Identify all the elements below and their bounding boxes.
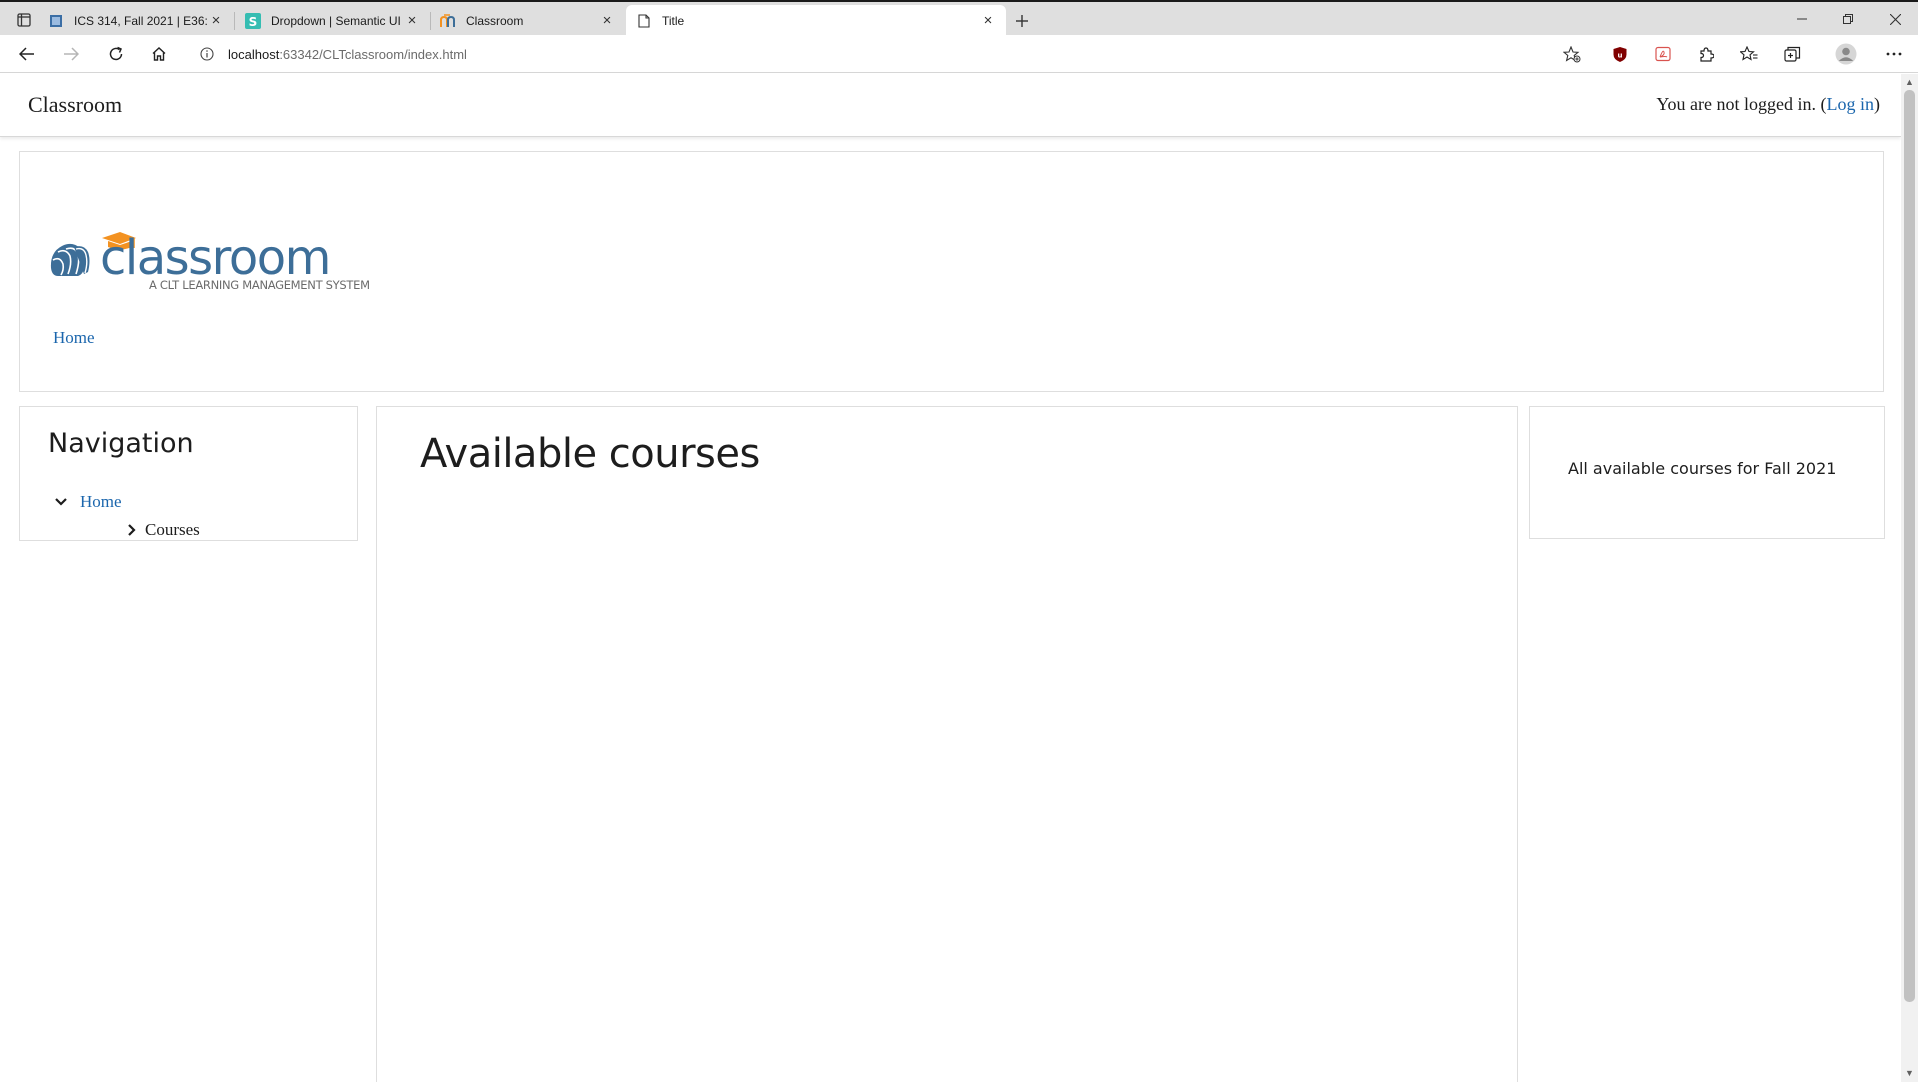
address-bar[interactable]: localhost:63342/CLTclassroom/index.html: [188, 39, 1588, 69]
url-host: localhost: [228, 46, 280, 62]
tab-title: ICS 314, Fall 2021 | E36: Your Ch: [74, 14, 208, 28]
header-home-link[interactable]: Home: [53, 328, 95, 348]
forward-button[interactable]: [55, 39, 87, 69]
sidebar-block: All available courses for Fall 2021: [1529, 406, 1885, 539]
minimize-icon: [1797, 18, 1807, 20]
forward-arrow-icon: [64, 47, 79, 61]
logo-tagline: A CLT LEARNING MANAGEMENT SYSTEM: [149, 278, 370, 292]
page-title: Available courses: [420, 431, 760, 477]
browser-tab-strip: ICS 314, Fall 2021 | E36: Your Ch × S Dr…: [0, 0, 1918, 37]
svg-text:S: S: [249, 15, 258, 29]
browser-tab[interactable]: ICS 314, Fall 2021 | E36: Your Ch ×: [38, 5, 234, 37]
pdf-extension-button[interactable]: [1647, 39, 1679, 69]
close-tab-icon[interactable]: ×: [404, 13, 420, 29]
login-info: You are not logged in. (Log in): [1656, 94, 1880, 115]
back-button[interactable]: [11, 39, 43, 69]
site-brand[interactable]: Classroom: [28, 92, 122, 118]
semantic-ui-icon: S: [245, 13, 261, 29]
browser-tab[interactable]: S Dropdown | Semantic UI ×: [235, 5, 430, 37]
chevron-right-icon[interactable]: [125, 522, 139, 538]
page-icon: [636, 13, 652, 29]
main-content: Available courses: [376, 406, 1518, 1082]
collections-button[interactable]: [1776, 39, 1808, 69]
favorites-button[interactable]: [1733, 39, 1765, 69]
browser-tab-active[interactable]: Title ×: [626, 5, 1006, 37]
refresh-icon: [109, 46, 123, 61]
tab-actions-icon: [17, 13, 31, 27]
puzzle-icon: [1700, 47, 1714, 62]
nav-home-link[interactable]: Home: [80, 492, 122, 512]
navigation-title: Navigation: [48, 428, 194, 459]
star-add-icon: [1563, 45, 1581, 62]
page-scrollbar[interactable]: ▲ ▼: [1901, 74, 1918, 1082]
restore-icon: [1843, 14, 1853, 24]
plus-icon: [1016, 15, 1028, 27]
close-tab-icon[interactable]: ×: [599, 13, 615, 29]
close-icon: [1889, 13, 1901, 25]
tab-actions-button[interactable]: [10, 9, 38, 31]
nav-tree-courses[interactable]: Courses: [125, 520, 200, 540]
login-prefix: You are not logged in. (: [1656, 94, 1827, 114]
logo-mark-icon: [50, 243, 90, 276]
sidebar-text: All available courses for Fall 2021: [1568, 459, 1837, 478]
avatar-icon: [1835, 43, 1857, 65]
home-button[interactable]: [143, 39, 175, 69]
tab-title: Dropdown | Semantic UI: [271, 14, 401, 28]
browser-tab[interactable]: Classroom ×: [430, 5, 625, 37]
new-tab-button[interactable]: [1008, 8, 1036, 34]
restore-button[interactable]: [1825, 4, 1871, 34]
close-tab-icon[interactable]: ×: [980, 13, 996, 29]
classroom-favicon: [440, 13, 456, 29]
scroll-down-icon[interactable]: ▼: [1905, 1069, 1914, 1078]
ublock-extension-button[interactable]: u: [1604, 39, 1636, 69]
svg-text:u: u: [1618, 51, 1623, 59]
chevron-down-icon[interactable]: [53, 494, 69, 510]
login-suffix: ): [1874, 94, 1880, 114]
close-tab-icon[interactable]: ×: [208, 13, 224, 29]
scrollbar-thumb[interactable]: [1904, 90, 1915, 1002]
close-window-button[interactable]: [1872, 4, 1918, 34]
tab-title: Title: [662, 14, 685, 28]
profile-button[interactable]: [1830, 39, 1862, 69]
page-viewport: Classroom You are not logged in. (Log in…: [0, 74, 1918, 1082]
nav-tree-home[interactable]: Home: [53, 492, 122, 512]
settings-menu-button[interactable]: [1878, 39, 1910, 69]
browser-toolbar: localhost:63342/CLTclassroom/index.html …: [0, 35, 1918, 73]
home-icon: [152, 47, 166, 61]
collections-icon: [1783, 46, 1800, 62]
minimize-button[interactable]: [1779, 4, 1825, 34]
shield-icon: u: [1613, 46, 1627, 62]
navigation-block: Navigation Home Courses: [19, 406, 358, 541]
site-info-icon[interactable]: [192, 39, 222, 69]
course-site-icon: [48, 13, 64, 29]
more-dots-icon: [1886, 52, 1902, 56]
tab-title: Classroom: [466, 14, 524, 28]
url-path: :63342/CLTclassroom/index.html: [279, 46, 467, 62]
pdf-icon: [1655, 46, 1671, 62]
extensions-button[interactable]: [1690, 39, 1722, 69]
refresh-button[interactable]: [100, 39, 132, 69]
favorites-icon: [1740, 46, 1758, 61]
site-navbar: Classroom You are not logged in. (Log in…: [0, 74, 1901, 137]
nav-courses-label[interactable]: Courses: [145, 520, 200, 540]
add-favorite-button[interactable]: [1556, 39, 1588, 69]
scroll-up-icon[interactable]: ▲: [1905, 78, 1914, 87]
url-text[interactable]: localhost:63342/CLTclassroom/index.html: [228, 47, 467, 62]
login-link[interactable]: Log in: [1827, 94, 1875, 114]
page-header: classroom A CLT LEARNING MANAGEMENT SYST…: [19, 151, 1884, 392]
classroom-logo[interactable]: classroom A CLT LEARNING MANAGEMENT SYST…: [48, 222, 418, 292]
back-arrow-icon: [19, 47, 34, 61]
